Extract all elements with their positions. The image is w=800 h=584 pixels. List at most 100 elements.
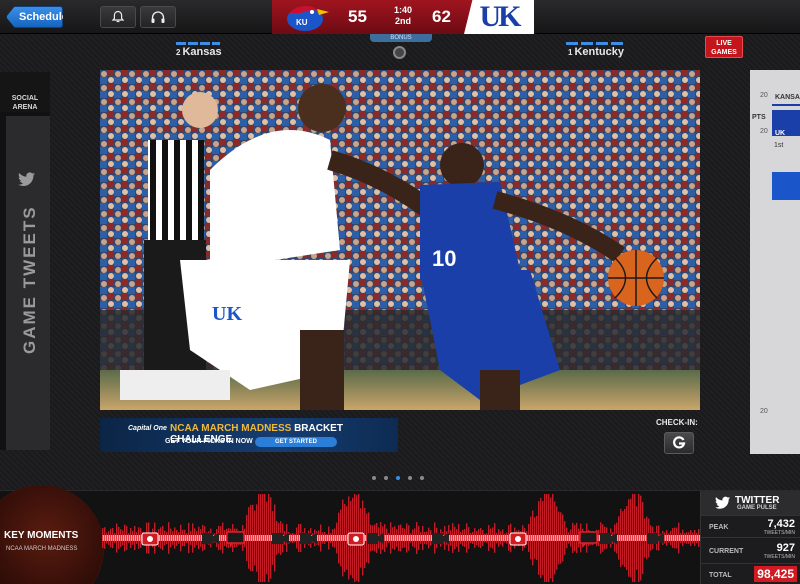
video-moment-icon[interactable] (272, 533, 289, 544)
game-tweets-label: GAME TWEETS (20, 205, 39, 354)
waveform-bar (268, 494, 270, 582)
waveform-bar (564, 521, 566, 555)
svg-text:10: 10 (432, 246, 456, 271)
waveform-bar (544, 494, 546, 582)
waveform-bar (568, 532, 570, 544)
key-moments-panel[interactable]: KEY MOMENTS NCAA MARCH MADNESS (0, 485, 104, 584)
page-dot[interactable] (396, 476, 400, 480)
game-photo[interactable]: UK 10 (100, 70, 700, 410)
check-in-button[interactable] (664, 432, 694, 454)
waveform-bar (454, 526, 456, 550)
page-dot[interactable] (372, 476, 376, 480)
twitter-icon (18, 172, 35, 186)
timeline-bar: KEY MOMENTS NCAA MARCH MADNESS TWITTER G… (0, 485, 800, 584)
waveform-bar (468, 527, 470, 549)
scoreboard[interactable]: KU 55 1:40 2nd 62 UK (272, 0, 534, 34)
kentucky-rank: 1 (568, 48, 573, 57)
waveform-bar (174, 527, 176, 549)
waveform-bar (626, 506, 628, 570)
kentucky-score: 62 (432, 7, 451, 26)
waveform-bar (248, 507, 250, 569)
waveform-bar (334, 528, 336, 548)
camera-moment-icon[interactable] (347, 532, 365, 546)
waveform-bar (474, 528, 476, 548)
waveform-bar (190, 531, 192, 545)
stats-panel-peek[interactable]: 20 KANSA PTS 20 UK 1st 20 (750, 70, 800, 454)
stat-scale-mid: 20 (760, 128, 768, 135)
waveform-bar (200, 529, 202, 547)
video-moment-icon[interactable] (202, 533, 219, 544)
waveform-bar (466, 523, 468, 553)
uk-stat-bar: UK (772, 110, 800, 137)
social-arena-label: SOCIAL ARENA (0, 72, 50, 112)
pulse-current-row: CURRENT 927 TWEETS/MIN (701, 537, 800, 563)
waveform-bar (472, 532, 474, 544)
page-dot[interactable] (420, 476, 424, 480)
waveform-bar (262, 494, 264, 582)
waveform-bar (116, 523, 118, 553)
camera-moment-icon[interactable] (509, 532, 527, 546)
ku-logo-text: KU (296, 18, 308, 27)
waveform-bar (318, 530, 320, 546)
notifications-button[interactable] (100, 6, 136, 28)
waveform-bar (680, 532, 682, 544)
waveform-bar (176, 530, 178, 546)
waveform-bar (400, 524, 402, 552)
waveform-bar (168, 522, 170, 554)
waveform-bar (548, 494, 550, 582)
waveform-bar (114, 533, 116, 543)
waveform-bar (676, 527, 678, 549)
waveform-bar (246, 514, 248, 562)
waveform-bar (250, 504, 252, 572)
waveform-bar (534, 517, 536, 559)
waveform-bar (408, 525, 410, 551)
video-moment-icon[interactable] (600, 533, 617, 544)
page-indicator[interactable] (372, 476, 424, 480)
waveform-bar (186, 533, 188, 543)
waveform-bar (404, 528, 406, 548)
current-unit: TWEETS/MIN (763, 554, 795, 560)
check-in-label: CHECK-IN: (656, 418, 698, 427)
schedule-back-button[interactable]: Schedule (6, 6, 63, 28)
video-moment-icon[interactable] (367, 533, 384, 544)
video-moment-icon[interactable] (432, 533, 449, 544)
waveform-bar (298, 524, 300, 552)
waveform-bar (328, 526, 330, 550)
tweet-waveform[interactable] (102, 491, 700, 584)
video-moment-icon[interactable] (300, 533, 317, 544)
waveform-bar (166, 531, 168, 545)
media-indicator-icon[interactable] (393, 46, 406, 59)
waveform-bar (132, 531, 134, 545)
svg-text:UK: UK (212, 303, 242, 325)
waveform-bar (566, 527, 568, 549)
waveform-bar (528, 523, 530, 553)
stat-scale-bottom: 20 (760, 408, 768, 415)
video-moment-icon[interactable] (647, 533, 664, 544)
waveform-bar (552, 494, 554, 582)
camera-moment-icon[interactable] (141, 532, 159, 546)
live-games-button[interactable]: LIVE GAMES (705, 36, 743, 58)
kentucky-timeouts (566, 42, 624, 45)
bracket-challenge-ad[interactable]: Capital One NCAA MARCH MADNESS BRACKET C… (100, 418, 398, 452)
audio-button[interactable] (140, 6, 176, 28)
get-started-button[interactable]: GET STARTED (255, 437, 337, 447)
waveform-bar (412, 529, 414, 547)
game-tweets-tab[interactable]: GAME TWEETS (6, 116, 50, 450)
waveform-bar (508, 525, 510, 551)
waveform-bar (416, 522, 418, 554)
waveform-bar (322, 532, 324, 544)
waveform-bar (102, 528, 104, 548)
key-moments-label: KEY MOMENTS (4, 530, 79, 541)
waveform-bar (388, 533, 390, 543)
page-dot[interactable] (408, 476, 412, 480)
waveform-bar (498, 529, 500, 547)
waveform-bar (632, 494, 634, 582)
waveform-bar (542, 500, 544, 576)
chat-moment-icon[interactable] (226, 531, 245, 547)
page-dot[interactable] (384, 476, 388, 480)
headphones-icon (151, 11, 165, 23)
social-arena-panel[interactable]: SOCIAL ARENA GAME TWEETS (0, 72, 50, 450)
waveform-bar (140, 528, 142, 548)
waveform-bar (696, 532, 698, 544)
g-icon (673, 436, 686, 449)
